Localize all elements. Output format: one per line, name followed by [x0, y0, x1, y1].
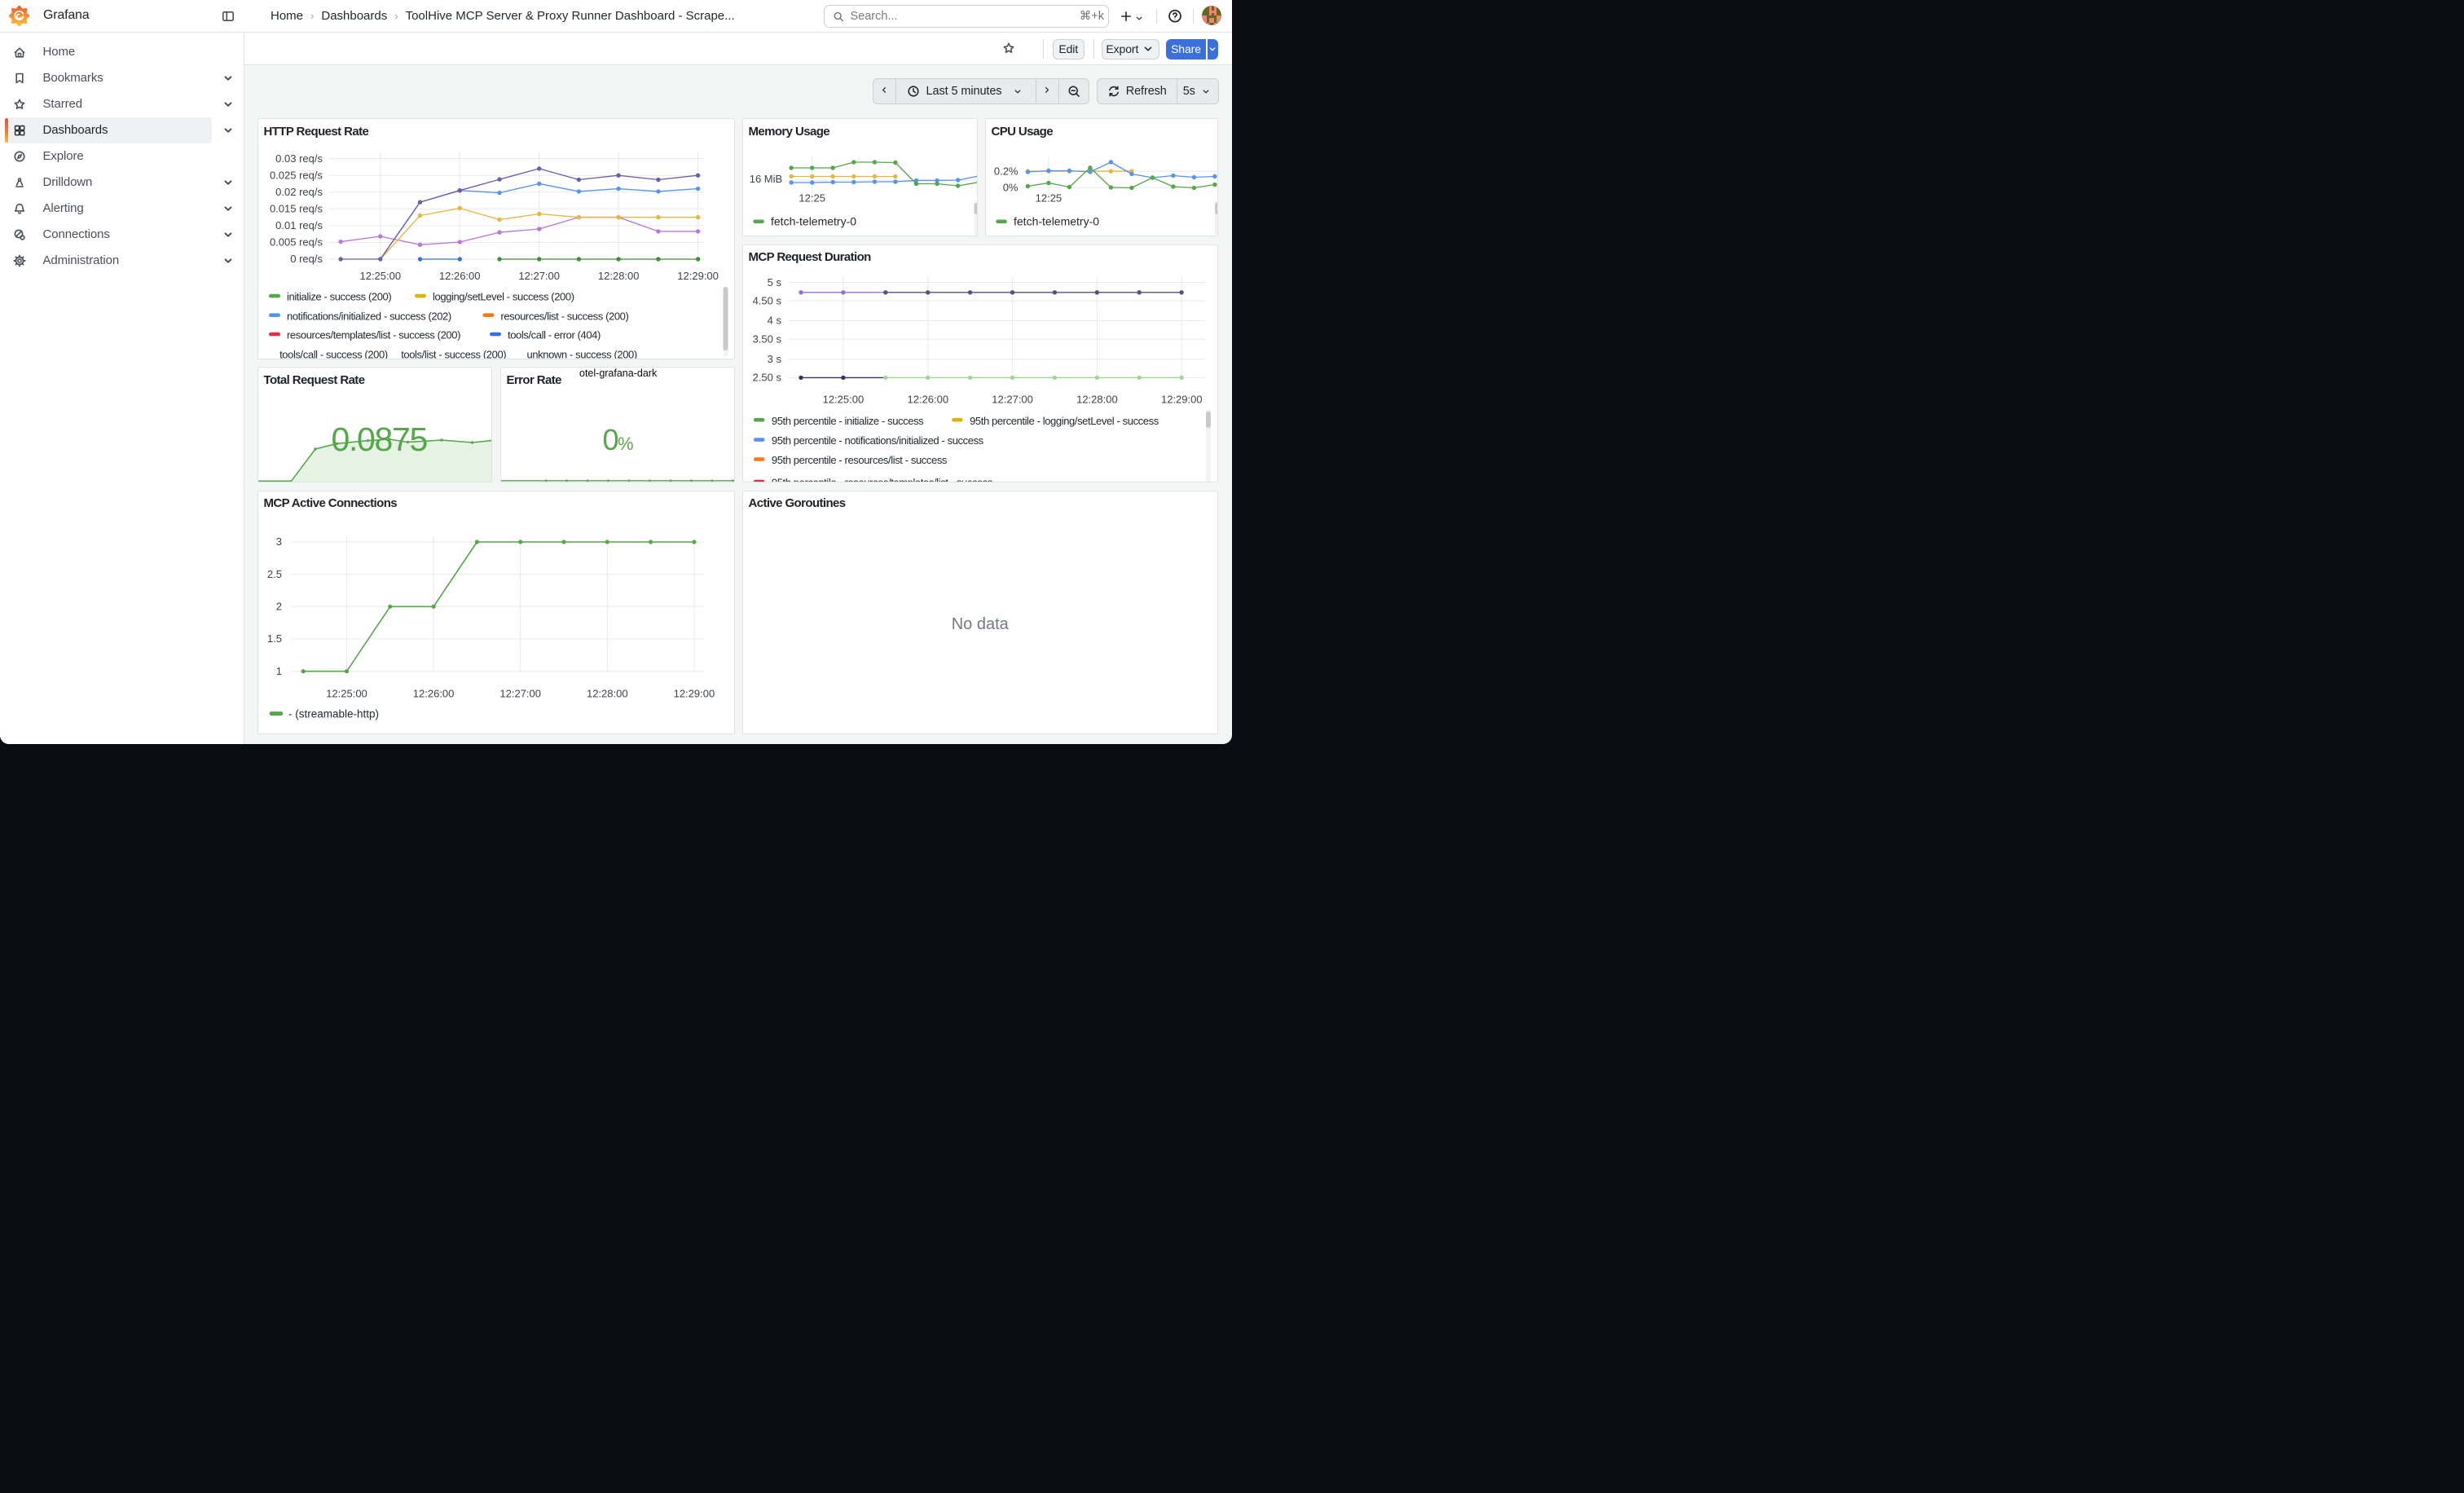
svg-text:12:27:00: 12:27:00 [518, 270, 560, 282]
svg-text:0%: 0% [1002, 181, 1018, 193]
svg-text:12:28:00: 12:28:00 [586, 687, 627, 699]
svg-text:12:25:00: 12:25:00 [822, 393, 864, 405]
svg-text:12:25:00: 12:25:00 [359, 270, 401, 282]
svg-text:95th percentile - initialize -: 95th percentile - initialize - success [771, 414, 923, 426]
svg-text:0.015 req/s: 0.015 req/s [269, 203, 323, 215]
svg-text:2.50 s: 2.50 s [752, 371, 781, 383]
svg-text:12:26:00: 12:26:00 [438, 270, 480, 282]
svg-text:12:29:00: 12:29:00 [1160, 393, 1202, 405]
svg-text:12:28:00: 12:28:00 [1076, 393, 1118, 405]
svg-text:1: 1 [275, 664, 281, 676]
svg-text:resources/templates/list - suc: resources/templates/list - success (200) [287, 329, 460, 341]
svg-text:12:25:00: 12:25:00 [326, 687, 367, 699]
svg-text:12:27:00: 12:27:00 [992, 393, 1033, 405]
svg-text:fetch-telemetry-0: fetch-telemetry-0 [1014, 215, 1099, 228]
svg-text:0.01 req/s: 0.01 req/s [275, 219, 323, 231]
svg-text:12:26:00: 12:26:00 [412, 687, 454, 699]
svg-text:tools/call - error (404): tools/call - error (404) [508, 329, 601, 341]
svg-text:0 req/s: 0 req/s [290, 253, 323, 265]
svg-text:initialize - success (200): initialize - success (200) [287, 291, 391, 303]
svg-text:1.5: 1.5 [266, 632, 281, 645]
svg-text:5 s: 5 s [767, 275, 781, 288]
svg-text:fetch-telemetry-0: fetch-telemetry-0 [771, 215, 856, 228]
svg-text:0.005 req/s: 0.005 req/s [269, 236, 323, 249]
svg-text:4 s: 4 s [767, 314, 781, 326]
svg-text:3: 3 [275, 535, 281, 548]
svg-text:2.5: 2.5 [266, 567, 281, 579]
svg-text:logging/setLevel - success (20: logging/setLevel - success (200) [433, 291, 574, 303]
svg-text:12:26:00: 12:26:00 [907, 393, 948, 405]
svg-text:tools/call - success (200): tools/call - success (200) [279, 348, 388, 359]
svg-text:unknown - success (200): unknown - success (200) [526, 348, 636, 359]
svg-text:4.50 s: 4.50 s [752, 294, 781, 306]
svg-text:notifications/initialized - su: notifications/initialized - success (202… [287, 310, 451, 322]
svg-text:tools/list - success (200): tools/list - success (200) [401, 348, 506, 359]
svg-text:0.02 req/s: 0.02 req/s [275, 186, 323, 198]
svg-text:12:28:00: 12:28:00 [597, 270, 639, 282]
svg-text:12:29:00: 12:29:00 [677, 270, 719, 282]
svg-text:12:25: 12:25 [799, 192, 825, 205]
svg-text:resources/list - success (200): resources/list - success (200) [500, 310, 628, 322]
svg-text:3 s: 3 s [767, 352, 781, 364]
svg-text:95th percentile - notification: 95th percentile - notifications/initiali… [771, 434, 983, 447]
svg-text:0.025 req/s: 0.025 req/s [269, 169, 323, 181]
svg-text:0.03 req/s: 0.03 req/s [275, 152, 323, 165]
svg-text:12:27:00: 12:27:00 [499, 687, 541, 699]
svg-text:95th percentile - resources/te: 95th percentile - resources/templates/li… [771, 476, 992, 481]
svg-text:12:29:00: 12:29:00 [673, 687, 715, 699]
svg-text:2: 2 [275, 600, 281, 612]
svg-text:3.50 s: 3.50 s [752, 333, 781, 345]
svg-text:16 MiB: 16 MiB [749, 173, 781, 185]
svg-text:12:25: 12:25 [1035, 192, 1062, 205]
svg-text:95th percentile - logging/setL: 95th percentile - logging/setLevel - suc… [970, 414, 1159, 426]
svg-text:0.2%: 0.2% [993, 165, 1018, 177]
svg-text:- (streamable-http): - (streamable-http) [288, 707, 379, 720]
svg-text:95th percentile - resources/li: 95th percentile - resources/list - succe… [771, 454, 947, 466]
